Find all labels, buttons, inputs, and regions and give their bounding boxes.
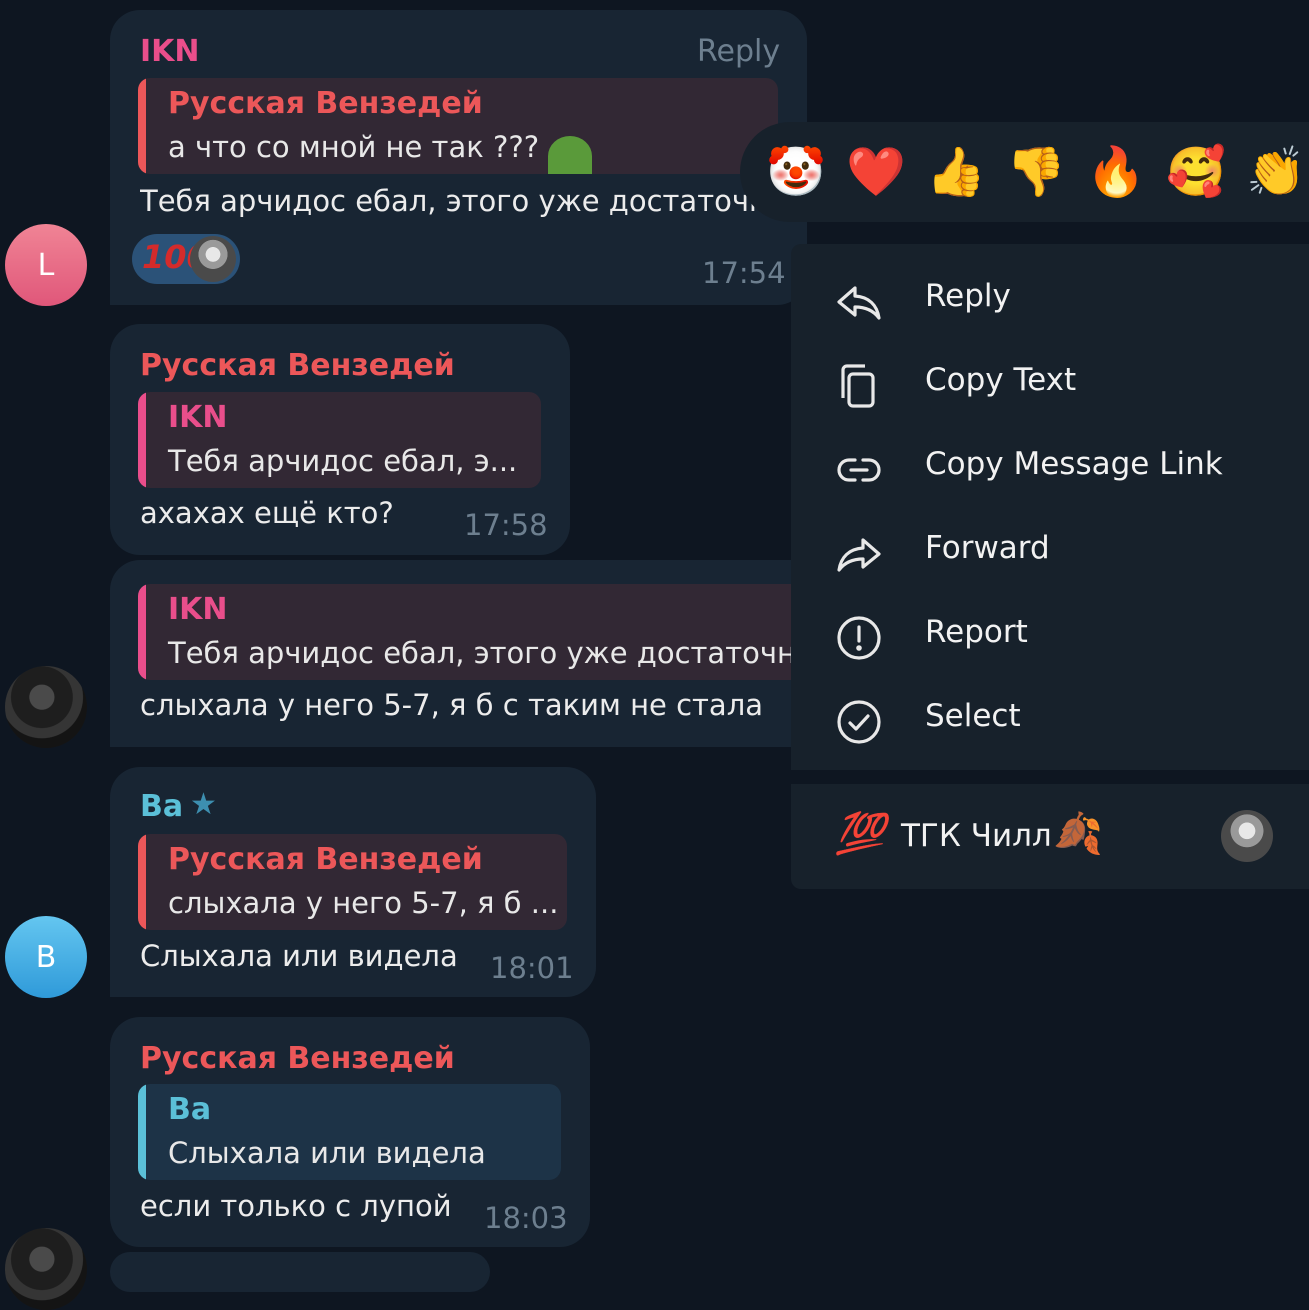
message-text: слыхала у него 5-7, я б с таким не стала (140, 688, 764, 722)
quote-bar (138, 834, 146, 930)
quote-text: слыхала у него 5-7, я б ... (168, 886, 559, 920)
quote-text: а что со мной не так ??? (168, 130, 540, 164)
pepe-sticker-icon (548, 136, 592, 174)
message-bubble[interactable]: Ba ★ Русская Вензедей слыхала у него 5-7… (110, 767, 596, 997)
link-icon (837, 458, 881, 482)
thumbs-up-emoji-icon[interactable]: 👍 (924, 140, 988, 204)
smiling-hearts-emoji-icon[interactable]: 🥰 (1164, 140, 1228, 204)
heart-emoji-icon[interactable]: ❤️ (844, 140, 908, 204)
message-text: Тебя арчидос ебал, этого уже достаточно (140, 184, 758, 218)
thumbs-down-emoji-icon[interactable]: 👎 (1004, 140, 1068, 204)
reactor-avatar (190, 236, 236, 282)
menu-label: Copy Message Link (925, 446, 1223, 482)
menu-item-select[interactable]: Select (791, 678, 1309, 762)
message-time: 18:01 (490, 951, 574, 985)
reply-quote[interactable]: Русская Вензедей слыхала у него 5-7, я б… (138, 834, 567, 930)
menu-label: Select (925, 698, 1021, 734)
reactions-bar: 🤡 ❤️ 👍 👎 🔥 🥰 👏 (740, 122, 1309, 222)
leaf-emoji-icon: 🍂 (1053, 811, 1103, 857)
avatar-photo[interactable] (5, 666, 87, 748)
sender-name[interactable]: Русская Вензедей (140, 348, 455, 383)
sender-name[interactable]: IKN (140, 34, 200, 69)
quote-text: Тебя арчидос ебал, этого уже достаточно (168, 636, 810, 670)
menu-label: Forward (925, 530, 1050, 566)
reply-hint[interactable]: Reply (697, 34, 780, 69)
quote-bar (138, 392, 146, 488)
message-text: ахахах ещё кто? (140, 496, 394, 530)
menu-label: Copy Text (925, 362, 1077, 398)
reply-icon (837, 286, 881, 320)
sender-name[interactable]: Ba (140, 789, 183, 824)
quote-bar (138, 78, 146, 174)
reply-quote[interactable]: IKN Тебя арчидос ебал, этого уже достато… (138, 584, 810, 680)
reacted-by-row[interactable]: 💯 ТГК Чилл 🍂 (791, 784, 1309, 889)
clapping-emoji-icon[interactable]: 👏 (1244, 140, 1308, 204)
reply-quote[interactable]: Ba Слыхала или видела (138, 1084, 561, 1180)
message-text: Слыхала или видела (140, 939, 458, 973)
avatar-l[interactable]: L (5, 224, 87, 306)
message-bubble-next[interactable] (110, 1252, 490, 1292)
quote-bar (138, 1084, 146, 1180)
reply-quote[interactable]: IKN Тебя арчидос ебал, э... (138, 392, 541, 488)
100-emoji-icon: 💯 (835, 811, 885, 857)
menu-item-reply[interactable]: Reply (791, 258, 1309, 342)
menu-item-forward[interactable]: Forward (791, 510, 1309, 594)
reaction-chip[interactable]: 100 (132, 234, 240, 284)
report-icon (837, 616, 881, 660)
menu-label: Report (925, 614, 1028, 650)
check-circle-icon (837, 700, 881, 744)
quote-sender: Русская Вензедей (168, 842, 483, 877)
message-bubble[interactable]: Русская Вензедей Ba Слыхала или видела е… (110, 1017, 590, 1247)
quote-text: Тебя арчидос ебал, э... (168, 444, 518, 478)
quote-bar (138, 584, 146, 680)
copy-icon (841, 364, 875, 408)
menu-item-report[interactable]: Report (791, 594, 1309, 678)
context-menu: Reply Copy Text Copy Message Link Forwar… (791, 244, 1309, 889)
avatar-b[interactable]: B (5, 916, 87, 998)
quote-sender: IKN (168, 592, 228, 627)
message-bubble[interactable]: IKN Тебя арчидос ебал, этого уже достато… (110, 560, 810, 747)
quote-sender: Русская Вензедей (168, 86, 483, 121)
clown-emoji-icon[interactable]: 🤡 (764, 140, 828, 204)
quote-text: Слыхала или видела (168, 1136, 486, 1170)
message-time: 18:03 (484, 1201, 568, 1235)
message-time: 17:58 (464, 508, 548, 542)
message-bubble[interactable]: IKN Reply Русская Вензедей а что со мной… (110, 10, 807, 305)
avatar-photo[interactable] (5, 1228, 87, 1310)
menu-item-copy-text[interactable]: Copy Text (791, 342, 1309, 426)
fire-emoji-icon[interactable]: 🔥 (1084, 140, 1148, 204)
menu-item-copy-message-link[interactable]: Copy Message Link (791, 426, 1309, 510)
message-bubble[interactable]: Русская Вензедей IKN Тебя арчидос ебал, … (110, 324, 570, 555)
menu-separator (791, 770, 1309, 784)
message-time: 17:54 (702, 256, 786, 290)
message-text: если только с лупой (140, 1189, 452, 1223)
quote-sender: IKN (168, 400, 228, 435)
reply-quote[interactable]: Русская Вензедей а что со мной не так ??… (138, 78, 778, 174)
star-icon: ★ (190, 787, 217, 822)
reactor-avatar (1221, 810, 1273, 862)
sender-name[interactable]: Русская Вензедей (140, 1041, 455, 1076)
menu-label: Reply (925, 278, 1011, 314)
reacted-by-label: ТГК Чилл (901, 818, 1052, 854)
forward-icon (837, 538, 881, 572)
quote-sender: Ba (168, 1092, 212, 1127)
